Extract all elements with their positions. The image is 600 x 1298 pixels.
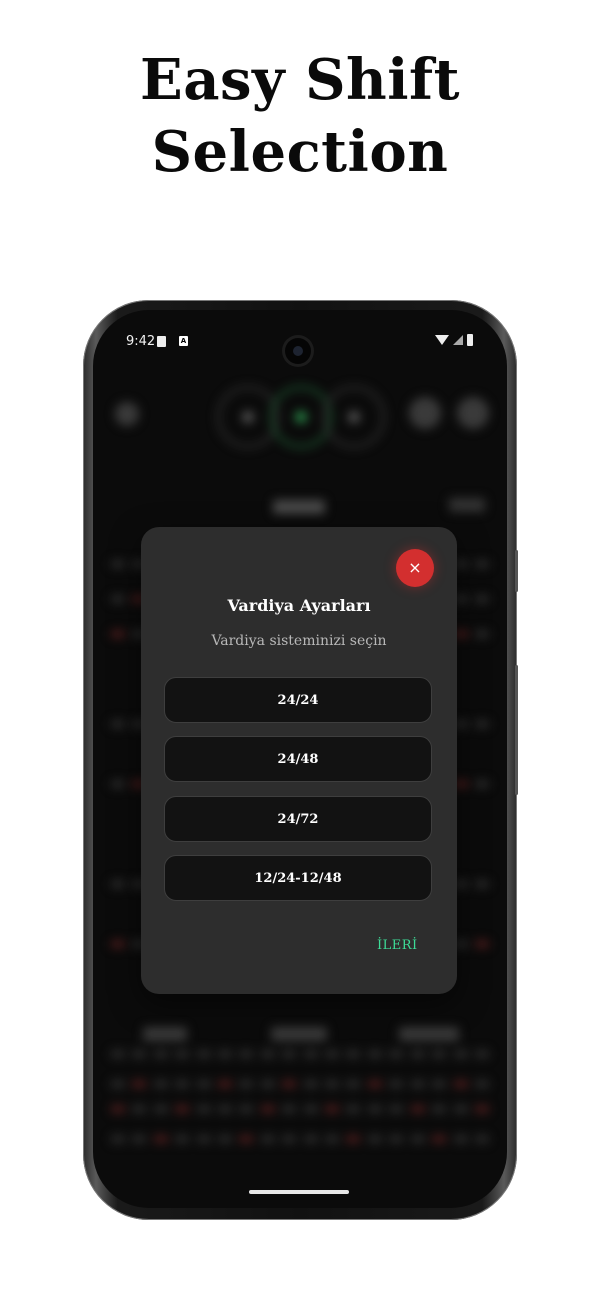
shift-option-24-72[interactable]: 24/72 (164, 796, 432, 842)
cell-signal-icon (453, 335, 463, 345)
volume-button (515, 550, 518, 592)
shift-option-12-24-12-48[interactable]: 12/24-12/48 (164, 855, 432, 901)
power-button (515, 665, 518, 795)
profile-icon (409, 397, 441, 429)
battery-icon (467, 334, 473, 346)
wifi-icon (435, 335, 449, 345)
month-title (273, 500, 325, 514)
settings-icon (115, 402, 139, 426)
promo-headline: Easy Shift Selection (0, 44, 600, 188)
month-title (399, 1027, 459, 1041)
shift-ring-icon (323, 386, 385, 448)
sim-card-icon (157, 336, 166, 347)
shift-option-24-48[interactable]: 24/48 (164, 736, 432, 782)
next-button[interactable]: İLERİ (377, 938, 418, 953)
month-title (271, 1027, 327, 1041)
shift-settings-dialog: × Vardiya Ayarları Vardiya sisteminizi s… (141, 527, 457, 994)
phone-screen: 9:42 A × Vardiya Ayarları Vardiya sistem… (93, 310, 507, 1208)
close-button[interactable]: × (396, 549, 434, 587)
status-time: 9:42 (126, 334, 156, 349)
headline-line-2: Selection (151, 119, 449, 185)
menu-icon (457, 397, 489, 429)
month-title (143, 1027, 187, 1041)
status-icons (435, 334, 473, 346)
dialog-title: Vardiya Ayarları (227, 596, 371, 615)
dialog-subtitle: Vardiya sisteminizi seçin (211, 633, 387, 649)
home-indicator[interactable] (249, 1190, 349, 1194)
year-label (449, 498, 485, 512)
notification-badge-icon: A (179, 336, 188, 346)
shift-option-24-24[interactable]: 24/24 (164, 677, 432, 723)
front-camera (285, 338, 311, 364)
headline-line-1: Easy Shift (140, 47, 460, 113)
